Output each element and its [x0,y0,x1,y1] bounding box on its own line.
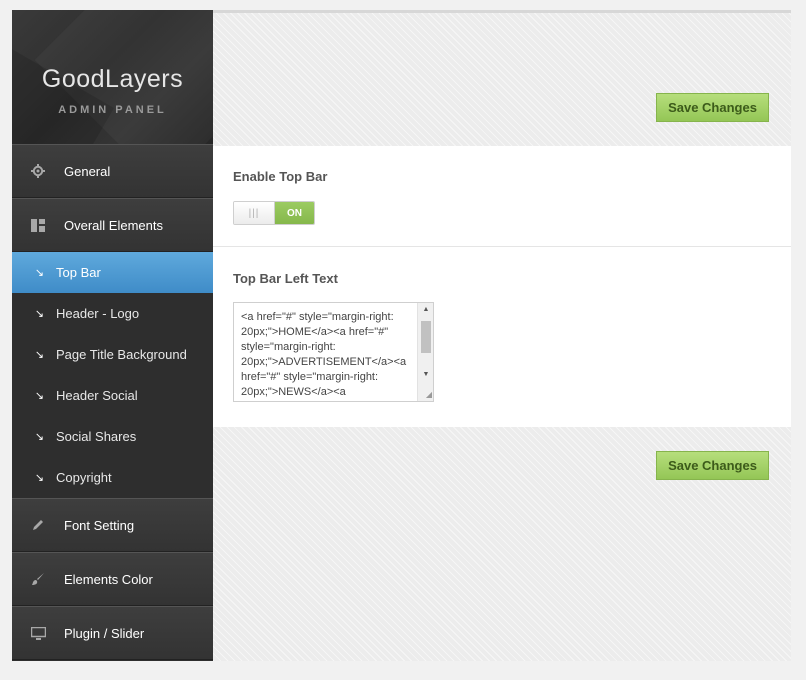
layout-icon [12,218,64,232]
sidebar-item-elements-color[interactable]: Elements Color [12,552,213,606]
enable-top-bar-toggle[interactable]: ||| ON [233,201,315,225]
sidebar-subitem-header-logo[interactable]: ↘ Header - Logo [12,293,213,334]
arrow-down-right-icon: ↘ [34,267,44,279]
textarea-value: <a href="#" style="margin-right: 20px;">… [241,311,407,398]
sidebar-subitem-label: Top Bar [56,265,101,280]
toggle-state: ON [275,202,314,224]
arrow-down-right-icon: ↘ [34,390,44,402]
save-changes-button-bottom[interactable]: Save Changes [656,451,769,480]
sidebar-subitem-label: Page Title Background [56,347,187,362]
pencil-icon [12,518,64,532]
sidebar-item-general[interactable]: General [12,144,213,198]
sidebar-subitem-header-social[interactable]: ↘ Header Social [12,375,213,416]
resize-grip-icon[interactable]: ◢ [422,390,432,400]
sidebar-subitem-social-shares[interactable]: ↘ Social Shares [12,416,213,457]
arrow-down-right-icon: ↘ [34,431,44,443]
sidebar-item-label: Overall Elements [64,217,163,233]
settings-panel: Enable Top Bar ||| ON Top Bar Left Text … [213,146,791,427]
arrow-down-right-icon: ↘ [34,349,44,361]
setting-label: Enable Top Bar [233,169,328,184]
gear-icon [12,164,64,178]
sidebar-subitem-label: Header - Logo [56,306,140,321]
monitor-icon [12,626,64,640]
brand-subtitle: ADMIN PANEL [58,104,167,116]
brand-header: GoodLayers ADMIN PANEL [12,10,213,144]
sidebar-subitem-label: Header Social [56,388,138,403]
sidebar-subitem-page-title-background[interactable]: ↘ Page Title Background [12,334,213,375]
sidebar-item-plugin-slider[interactable]: Plugin / Slider [12,606,213,660]
sidebar-item-font-setting[interactable]: Font Setting [12,498,213,552]
save-changes-button-top[interactable]: Save Changes [656,93,769,122]
sidebar-item-label: Font Setting [64,517,135,533]
sidebar-subitem-top-bar[interactable]: ↘ Top Bar [12,252,213,293]
sidebar-item-label: Plugin / Slider [64,625,145,641]
scroll-down-icon[interactable]: ▼ [418,368,433,382]
brush-icon [12,572,64,586]
sidebar-subitem-label: Social Shares [56,429,137,444]
top-bar-left-text-textarea[interactable]: <a href="#" style="margin-right: 20px;">… [233,302,434,402]
setting-top-bar-left-text: Top Bar Left Text <a href="#" style="mar… [213,247,791,427]
textarea-scrollbar[interactable]: ▲ ▼ [417,303,433,401]
setting-enable-top-bar: Enable Top Bar ||| ON [213,146,791,247]
sidebar-item-overall-elements[interactable]: Overall Elements [12,198,213,252]
brand-title: GoodLayers [41,65,184,93]
arrow-down-right-icon: ↘ [34,308,44,320]
sidebar-item-label: Elements Color [64,571,153,587]
sidebar-subitem-copyright[interactable]: ↘ Copyright [12,457,213,498]
setting-label: Top Bar Left Text [233,271,338,286]
sidebar-item-label: General [64,163,111,179]
scroll-thumb[interactable] [421,321,431,353]
admin-sidebar: GoodLayers ADMIN PANEL General Overall E… [12,10,213,661]
scroll-up-icon[interactable]: ▲ [418,303,433,317]
sidebar-subitem-label: Copyright [56,470,112,485]
toggle-knob: ||| [234,202,275,224]
arrow-down-right-icon: ↘ [34,472,44,484]
